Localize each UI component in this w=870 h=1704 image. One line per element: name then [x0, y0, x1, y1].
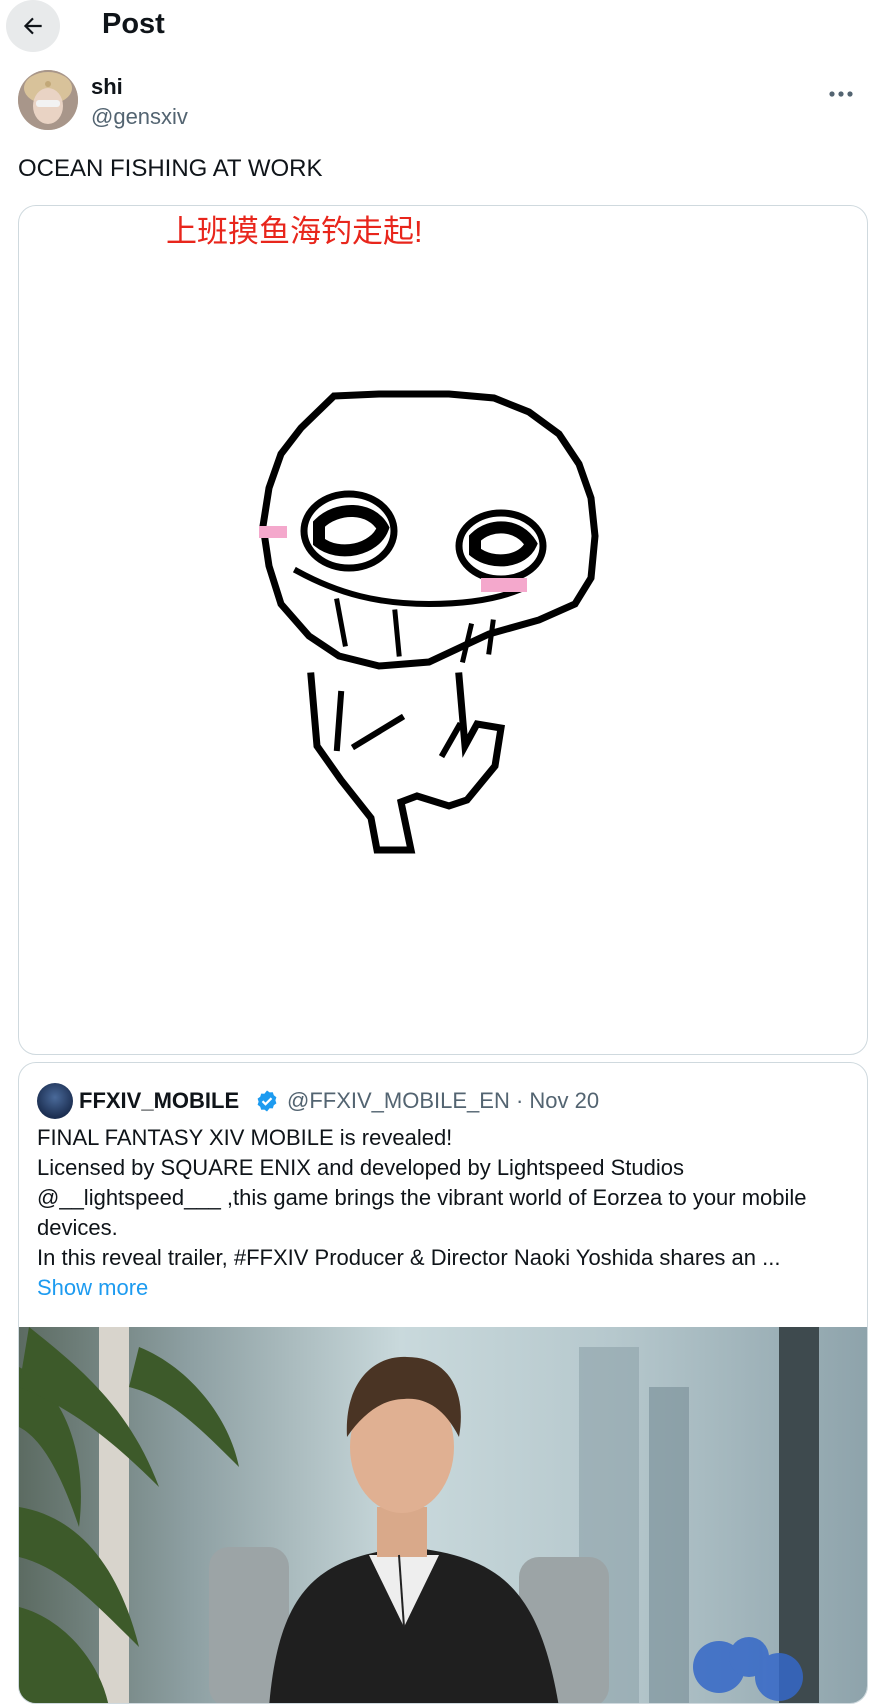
- quoted-line: FINAL FANTASY XIV MOBILE is revealed!: [37, 1125, 453, 1150]
- post-text: OCEAN FISHING AT WORK: [18, 155, 323, 182]
- post-author: shi @gensxiv: [18, 70, 858, 130]
- quoted-line: devices.: [37, 1215, 118, 1240]
- quoted-post[interactable]: FFXIV_MOBILE @FFXIV_MOBILE_EN · Nov 20 F…: [18, 1062, 868, 1704]
- back-button[interactable]: [6, 0, 60, 52]
- quoted-line: In this reveal trailer, #FFXIV Producer …: [37, 1245, 781, 1270]
- post-image[interactable]: 上班摸鱼海钓走起!: [18, 205, 868, 1055]
- quoted-post-header: FFXIV_MOBILE @FFXIV_MOBILE_EN · Nov 20: [37, 1083, 857, 1119]
- top-bar: Post: [0, 0, 870, 52]
- meme-drawing: [259, 390, 599, 854]
- quoted-video[interactable]: [19, 1327, 867, 1703]
- quoted-line: Licensed by SQUARE ENIX and developed by…: [37, 1155, 684, 1180]
- quoted-date[interactable]: Nov 20: [529, 1088, 599, 1113]
- verified-badge-icon: [257, 1090, 277, 1112]
- quoted-avatar[interactable]: [37, 1083, 73, 1119]
- author-handle[interactable]: @gensxiv: [91, 104, 188, 130]
- author-name[interactable]: shi: [91, 74, 123, 100]
- show-more-link[interactable]: Show more: [37, 1273, 849, 1303]
- quoted-author-name[interactable]: FFXIV_MOBILE: [79, 1088, 239, 1114]
- quoted-author-meta[interactable]: @FFXIV_MOBILE_EN · Nov 20: [287, 1088, 599, 1114]
- meta-separator: ·: [515, 1088, 524, 1113]
- back-arrow-icon: [23, 17, 42, 35]
- quoted-post-text: FINAL FANTASY XIV MOBILE is revealed! Li…: [37, 1123, 849, 1303]
- image-caption: 上班摸鱼海钓走起!: [166, 214, 423, 249]
- more-icon: [829, 91, 853, 97]
- quoted-author-handle[interactable]: @FFXIV_MOBILE_EN: [287, 1088, 510, 1113]
- quoted-line: @__lightspeed___ ,this game brings the v…: [37, 1185, 807, 1210]
- video-frame: [19, 1327, 819, 1703]
- avatar[interactable]: [18, 70, 78, 130]
- page-title: Post: [102, 8, 165, 40]
- more-button[interactable]: [824, 80, 858, 108]
